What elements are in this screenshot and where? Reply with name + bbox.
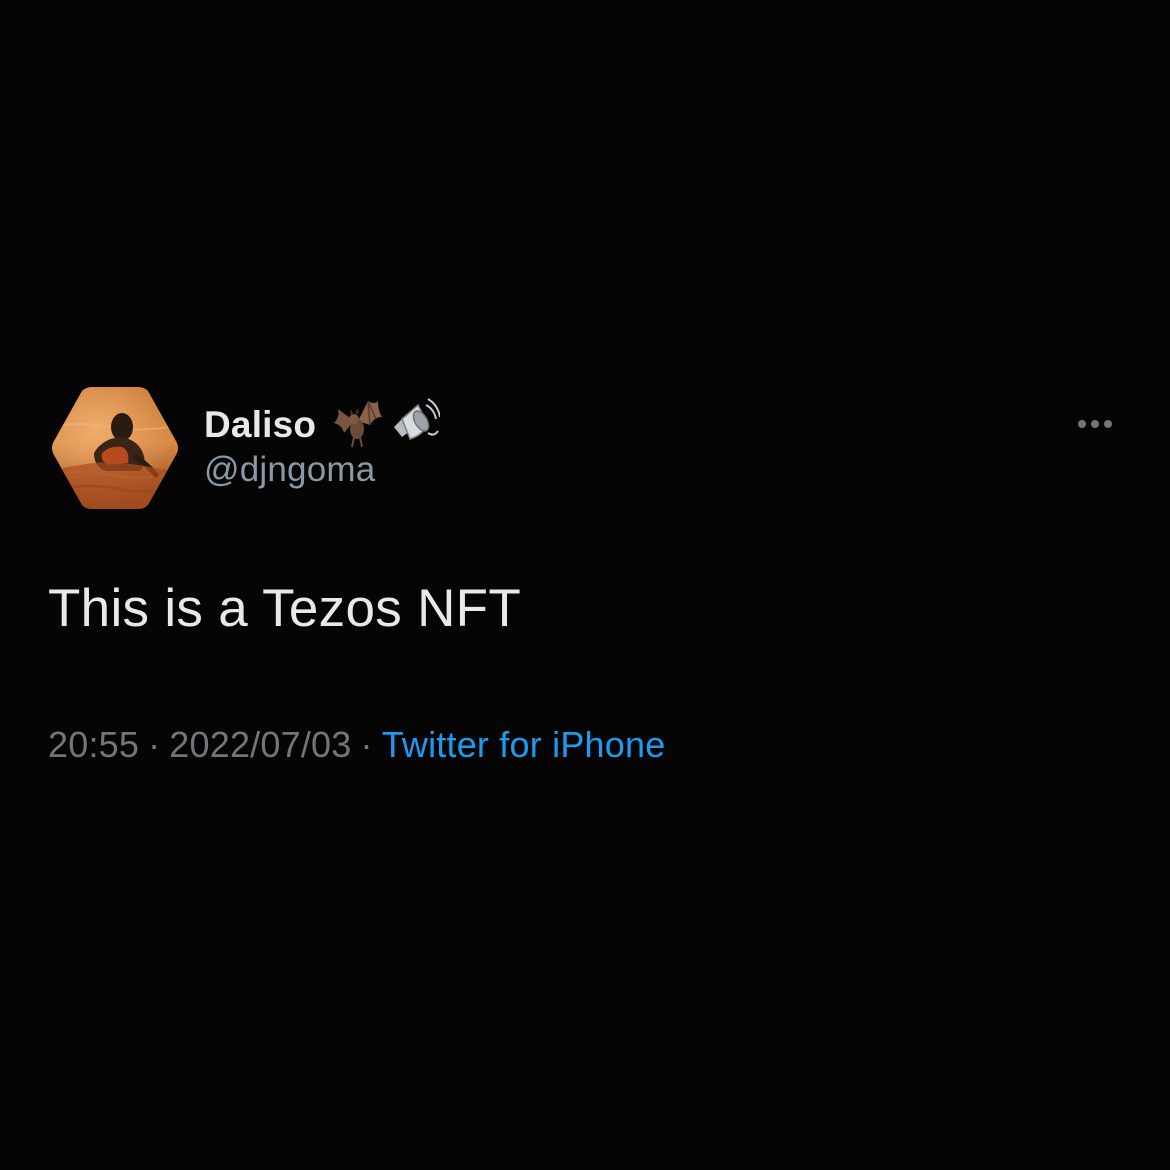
tweet-text: This is a Tezos NFT — [48, 579, 521, 638]
author-name-row: Daliso — [204, 397, 442, 454]
author-info: Daliso @djngoma — [204, 397, 442, 490]
meta-separator: · — [148, 724, 161, 765]
tweet-source-link[interactable]: Twitter for iPhone — [382, 724, 666, 765]
author-handle[interactable]: @djngoma — [204, 450, 440, 490]
speaker-emoji-icon — [388, 397, 442, 454]
tweet-date[interactable]: 2022/07/03 — [169, 724, 351, 765]
tweet-card: Daliso @djngoma This is a Tezos NFT 20:5… — [0, 0, 1170, 1170]
bat-emoji-icon — [332, 397, 384, 454]
avatar[interactable] — [50, 387, 180, 509]
nft-hexagon-avatar-image — [52, 387, 178, 509]
display-name[interactable]: Daliso — [204, 404, 316, 446]
more-dots-icon — [1104, 420, 1112, 428]
more-dots-icon — [1078, 420, 1086, 428]
more-dots-icon — [1091, 420, 1099, 428]
meta-separator: · — [360, 724, 373, 765]
tweet-meta: 20:55 · 2022/07/03 · Twitter for iPhone — [48, 724, 665, 766]
more-options-button[interactable] — [1070, 410, 1120, 438]
tweet-time[interactable]: 20:55 — [48, 724, 139, 765]
